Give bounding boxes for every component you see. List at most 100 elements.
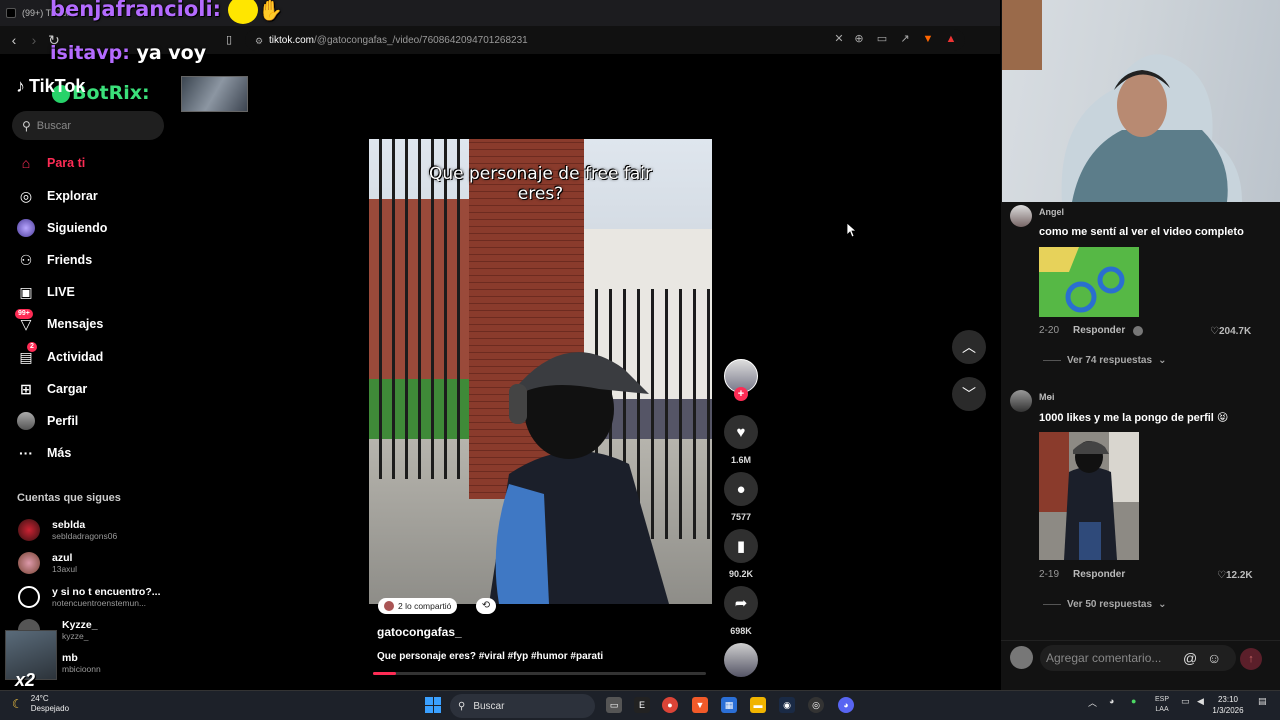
epic-games-icon[interactable]: E [634, 697, 650, 713]
sidebar-item-label: Explorar [47, 189, 98, 203]
next-video-button[interactable]: ﹀ [952, 377, 986, 411]
avatar [384, 601, 394, 611]
avatar[interactable] [1010, 205, 1032, 227]
profile-icon [17, 412, 35, 430]
discord-icon[interactable]: ◕ [838, 697, 854, 713]
store-icon[interactable]: ▦ [721, 697, 737, 713]
reply-button[interactable]: Responder [1073, 569, 1125, 580]
back-icon[interactable]: ‹ [6, 32, 22, 48]
mention-icon[interactable]: @ [1183, 650, 1197, 666]
followed-account[interactable]: azul 13axul [18, 548, 77, 578]
tray-chevron-icon[interactable]: ︿ [1088, 696, 1097, 709]
forward-icon[interactable]: › [26, 32, 42, 48]
account-handle: mbicioonn [62, 664, 101, 674]
saves-count: 90.2K [728, 569, 754, 579]
zoom-icon[interactable]: ⊕ [852, 32, 866, 46]
view-replies-button[interactable]: Ver 50 respuestas ⌄ [1043, 599, 1166, 610]
windows-taskbar: ☾ 24°C Despejado ⚲ Buscar ▭ E ● ▼ ▦ ▬ ◉ ◎… [0, 690, 1280, 720]
followed-account[interactable]: y si no t encuentro?... notencuentroenste… [18, 582, 161, 612]
comment-like-button[interactable]: ♡204.7K [1210, 326, 1251, 337]
previous-video-button[interactable]: ︿ [952, 330, 986, 364]
share-icon[interactable]: ↗ [898, 32, 912, 46]
following-section-title: Cuentas que sigues [17, 492, 121, 504]
sidebar-item-explorar[interactable]: ◎ Explorar [17, 186, 98, 206]
translate-icon[interactable]: ✕ [832, 32, 846, 46]
shares-count: 698K [730, 626, 752, 636]
video-author[interactable]: gatocongafas_ [377, 625, 462, 639]
sidebar-item-para-ti[interactable]: ⌂ Para ti [17, 153, 85, 173]
search-input[interactable]: ⚲ Buscar [12, 111, 164, 140]
sidebar-item-perfil[interactable]: Perfil [17, 411, 78, 431]
video-progress-bar[interactable] [373, 672, 706, 675]
microphone-icon[interactable]: ● [1131, 696, 1136, 706]
emoji-icon[interactable]: ☺ [1207, 650, 1221, 666]
search-icon: ⚲ [458, 700, 466, 712]
sidebar-item-actividad[interactable]: ▤ 2 Actividad [17, 342, 103, 367]
share-button[interactable]: ➦ [724, 586, 758, 620]
reply-button[interactable]: Responder [1073, 325, 1125, 336]
save-button[interactable]: ▮ [724, 529, 758, 563]
chrome-icon[interactable]: ● [662, 697, 678, 713]
view-replies-label: Ver 50 respuestas [1067, 599, 1153, 610]
url-path: /@gatocongafas_/video/760864209470126823… [314, 34, 528, 46]
sidebar-item-siguiendo[interactable]: Siguiendo [17, 218, 107, 238]
avatar[interactable] [1010, 390, 1032, 412]
comment-text: como me sentí al ver el video completo [1039, 226, 1244, 238]
chevron-down-icon: ⌄ [1158, 599, 1167, 610]
shared-pill[interactable]: 2 lo compartió [378, 598, 458, 614]
brave-icon[interactable]: ▼ [692, 697, 708, 713]
sidebar-item-label: Perfil [47, 414, 79, 428]
steam-icon[interactable]: ◉ [779, 697, 795, 713]
comment-button[interactable]: ● [724, 472, 758, 506]
language-indicator[interactable]: ESP LAA [1155, 695, 1169, 715]
sidebar-item-cargar[interactable]: ⊞ Cargar [17, 379, 87, 399]
chevron-up-icon: ︿ [962, 339, 976, 355]
repost-icon[interactable]: ⟲ [476, 598, 496, 614]
sidebar-item-label: Más [47, 446, 72, 460]
brave-shield-icon[interactable]: ▼ [921, 32, 935, 46]
brave-rewards-icon[interactable]: ▲ [944, 32, 958, 46]
task-view-icon[interactable]: ▭ [606, 697, 622, 713]
like-button[interactable]: ♥ [724, 415, 758, 449]
start-button[interactable] [425, 697, 441, 713]
comment-like-button[interactable]: ♡12.2K [1217, 570, 1253, 581]
file-explorer-icon[interactable]: ▬ [750, 697, 766, 713]
temperature: 24°C [30, 694, 49, 703]
sound-avatar[interactable] [724, 643, 758, 677]
tray-discord-icon[interactable]: ◕ [1109, 696, 1114, 706]
weather-widget[interactable]: ☾ 24°C Despejado [12, 694, 69, 714]
send-button[interactable]: ↑ [1240, 648, 1262, 670]
caption-text: Que personaje de free fair eres? [429, 164, 652, 204]
wave-hand-emote-icon: ✋ [258, 0, 284, 22]
account-name: azul [52, 552, 73, 564]
taskbar-search[interactable]: ⚲ Buscar [450, 694, 595, 718]
tiktok-logo[interactable]: ♪ TikTok [16, 76, 85, 97]
comment-author[interactable]: Mɵi [1039, 392, 1055, 402]
site-info-icon[interactable]: ⚙ [252, 34, 266, 48]
network-icon[interactable]: ▭ [1181, 696, 1190, 707]
video-person [489, 352, 669, 604]
comment-date: 2-20 [1039, 325, 1060, 336]
bookmark-icon[interactable]: ▯ [221, 32, 237, 48]
sidebar-item-mensajes[interactable]: ▽ 99+ Mensajes [15, 309, 103, 334]
view-replies-button[interactable]: Ver 74 respuestas ⌄ [1043, 355, 1166, 366]
clock[interactable]: 23:10 1/3/2026 [1203, 694, 1253, 716]
lang-bottom: LAA [1155, 706, 1169, 713]
creator-liked-icon [1133, 325, 1144, 336]
follow-plus-icon[interactable]: + [734, 387, 748, 401]
comment-like-count: 204.7K [1218, 326, 1252, 337]
comment-author[interactable]: Angel [1039, 207, 1064, 217]
account-handle: sebldadragons06 [52, 531, 118, 541]
screen-icon[interactable]: ▭ [875, 32, 889, 46]
sidebar-item-live[interactable]: ▣ LIVE [17, 282, 74, 302]
followed-account[interactable]: seblda sebldadragons06 [18, 515, 117, 545]
video-player[interactable]: Que personaje de free fair eres? [369, 139, 712, 604]
sidebar-item-friends[interactable]: ⚇ Friends [17, 250, 92, 270]
notifications-icon[interactable]: ▤ [1258, 696, 1267, 707]
comment-like-count: 12.2K [1225, 570, 1253, 581]
obs-icon[interactable]: ◎ [808, 697, 824, 713]
logo-text: TikTok [29, 76, 86, 96]
sidebar-item-mas[interactable]: ··· Más [17, 443, 71, 463]
home-icon: ⌂ [21, 155, 31, 171]
date: 1/3/2026 [1212, 706, 1244, 715]
